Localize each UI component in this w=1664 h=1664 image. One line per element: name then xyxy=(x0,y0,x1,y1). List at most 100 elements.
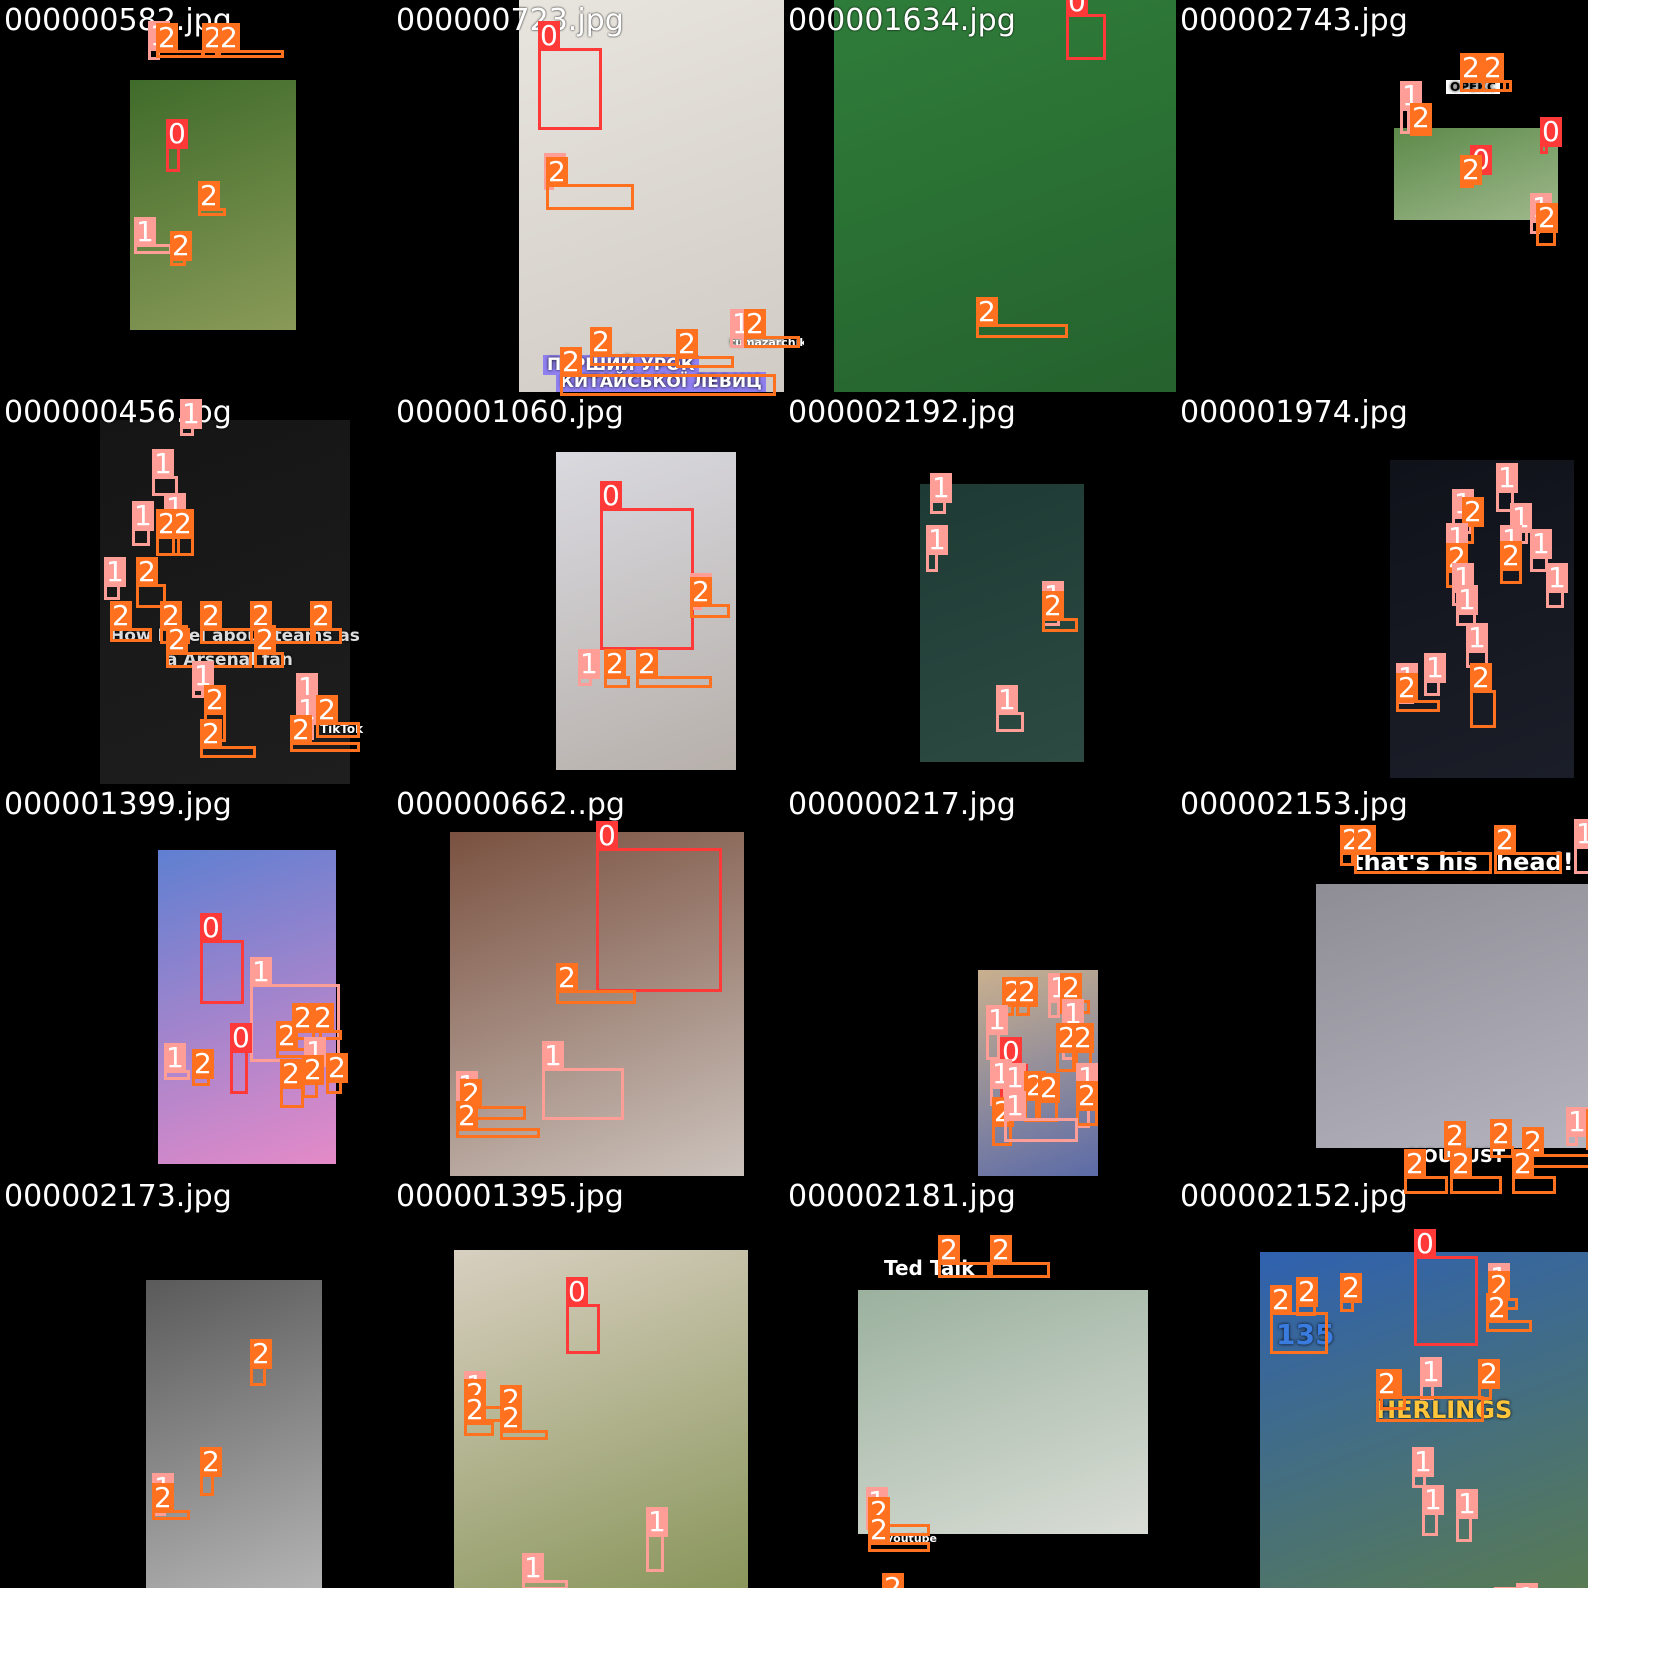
class-label: 1 xyxy=(1456,583,1478,616)
detection-box-class-2: 2 xyxy=(280,1059,304,1108)
class-label: 2 xyxy=(1396,671,1418,704)
class-label: 1 xyxy=(1466,621,1488,654)
class-label: 2 xyxy=(218,21,240,54)
detection-box-class-2: 2 xyxy=(938,1235,990,1278)
class-label: 2 xyxy=(156,21,178,54)
detection-box-class-2: 2 xyxy=(326,1053,348,1094)
class-label: 2 xyxy=(1340,1271,1362,1304)
class-label: 2 xyxy=(250,1337,272,1370)
class-label: 2 xyxy=(990,1233,1012,1266)
detection-box-class-0: 0 xyxy=(538,21,602,130)
class-label: 0 xyxy=(1414,1227,1436,1260)
class-label: 0 xyxy=(1540,115,1562,148)
detection-box-class-1: 1 xyxy=(132,501,154,546)
detection-box-class-2: 2 xyxy=(976,297,1068,338)
class-label: 1 xyxy=(1494,1587,1516,1588)
detection-box-class-2: 2 xyxy=(1270,1285,1328,1354)
detection-box-class-2: 2 xyxy=(556,963,636,1004)
tile-filename: 000002152.jpg xyxy=(1180,1179,1408,1214)
detection-box-class-2: 2 xyxy=(636,649,712,688)
class-label: 2 xyxy=(290,713,312,746)
detection-box-class-0: 0 xyxy=(166,119,188,172)
class-label: 2 xyxy=(1460,153,1482,186)
image-tile: 000001634.jpg 0 2 xyxy=(784,0,1196,412)
class-label: 1 xyxy=(1516,1583,1538,1588)
detection-box-class-2: 2 xyxy=(250,1339,272,1386)
detection-box-class-2: 2 xyxy=(1340,1273,1362,1312)
detection-box-class-2: 2 xyxy=(1500,541,1522,584)
tile-filename: 000001395.jpg xyxy=(396,1179,624,1214)
class-label: 0 xyxy=(1066,0,1088,17)
class-label: 2 xyxy=(1536,201,1558,234)
class-label: 1 xyxy=(930,471,952,504)
class-label: 2 xyxy=(1470,661,1492,694)
detection-box-class-2: 2 xyxy=(218,23,284,58)
class-label: 2 xyxy=(152,1481,174,1514)
class-label: 2 xyxy=(1376,1367,1398,1400)
detection-box-class-0: 0 xyxy=(1414,1229,1478,1346)
tile-filename: 000001060.jpg xyxy=(396,395,624,430)
detection-box-class-2: 2 xyxy=(202,23,224,58)
detection-grid: 000000582.jpg12220212000000723.jpgПЕРШИЙ… xyxy=(0,0,1664,1664)
class-label: 1 xyxy=(986,1003,1008,1036)
image-tile: 000001060.jpg012122 xyxy=(392,392,804,804)
detection-box-class-2: 2 xyxy=(198,181,226,216)
tile-filename: 000002181.jpg xyxy=(788,1179,1016,1214)
class-label: 0 xyxy=(538,19,560,52)
image-tile: 000002173.jpg2212 xyxy=(0,1176,412,1588)
detection-box-class-1: 1 xyxy=(1422,1485,1444,1536)
class-label: 2 xyxy=(604,647,626,680)
class-label: 2 xyxy=(302,1053,324,1086)
class-label: 1 xyxy=(1420,1355,1442,1388)
class-label: 2 xyxy=(1586,1109,1588,1139)
class-label: 2 xyxy=(200,717,222,750)
image-tile: 000000456.jpg How I feel about teams as a … xyxy=(0,392,412,804)
detection-box-class-2: 2 xyxy=(316,695,360,738)
image-tile: 000001399.jpg 0 1 2 2 2 0 1 2 1 2 2 2 xyxy=(0,784,412,1196)
class-label: 0 xyxy=(596,819,618,852)
image-tile: 000002153.jpgthat's hishead!YOU JUSTTikT… xyxy=(1176,784,1588,1196)
class-label: 2 xyxy=(292,1001,314,1034)
class-label: 0 xyxy=(166,117,188,150)
detection-box-class-2: 2 xyxy=(302,1055,324,1098)
class-label: 1 xyxy=(1004,1089,1026,1122)
image-tile: 000000723.jpg ПЕРШИЙ УРОК КИТАЙСЬКОЇ ЛЕВИЦ… xyxy=(392,0,804,412)
tile-filename: 000000217.jpg xyxy=(788,787,1016,822)
detection-box-class-2: 2 xyxy=(200,719,256,758)
image-tile: 000000582.jpg12220212 xyxy=(0,0,412,412)
tile-filename: 000002192.jpg xyxy=(788,395,1016,430)
tile-filename: 000002743.jpg xyxy=(1180,3,1408,38)
class-label: 2 xyxy=(1486,1291,1508,1324)
class-label: 2 xyxy=(560,345,582,378)
detection-box-class-2: 2 xyxy=(156,23,204,58)
detection-box-class-1: 1 xyxy=(1546,563,1568,608)
detection-box-class-1: 1 xyxy=(930,473,952,514)
class-label: 2 xyxy=(1016,975,1038,1008)
detection-box-class-2: 2 xyxy=(560,347,776,396)
detection-box-class-2: 2 xyxy=(990,1235,1050,1278)
detection-box-class-2: 2 xyxy=(1410,103,1432,136)
detection-box-class-2: 2 xyxy=(192,1049,214,1086)
detection-box-class-2: 2 xyxy=(1404,1149,1448,1194)
detection-box-class-2: 2 xyxy=(172,509,194,556)
detection-box-class-2: 2 xyxy=(170,231,192,266)
detection-box-class-0: 0 xyxy=(1066,0,1106,60)
class-label: 1 xyxy=(1566,1105,1588,1138)
tile-filename: 000001399.jpg xyxy=(4,787,232,822)
class-label: 2 xyxy=(744,307,766,340)
detection-box-class-2: 2 xyxy=(546,157,634,210)
class-label: 2 xyxy=(500,1401,522,1434)
tile-filename: 000000662..pg xyxy=(396,787,625,822)
detection-box-class-2: 2 xyxy=(1494,825,1562,874)
class-label: 2 xyxy=(882,1573,904,1588)
detection-box-class-2: 2 xyxy=(1486,1293,1532,1332)
class-label: 1 xyxy=(926,523,948,556)
tile-filename: 000000723.jpg xyxy=(396,3,624,38)
tile-filename: 000000582.jpg xyxy=(4,3,232,38)
class-label: 2 xyxy=(136,555,158,588)
class-label: 2 xyxy=(310,599,332,632)
detection-box-class-2: 2 xyxy=(868,1515,930,1552)
detection-box-class-1: 1 xyxy=(986,1005,1008,1060)
image-tile: 000000217.jpg 2 2 1 2 1 1 2 2 0 1 1 2 2 1 2 2 1 xyxy=(784,784,1196,1196)
tile-filename: 000002153.jpg xyxy=(1180,787,1408,822)
